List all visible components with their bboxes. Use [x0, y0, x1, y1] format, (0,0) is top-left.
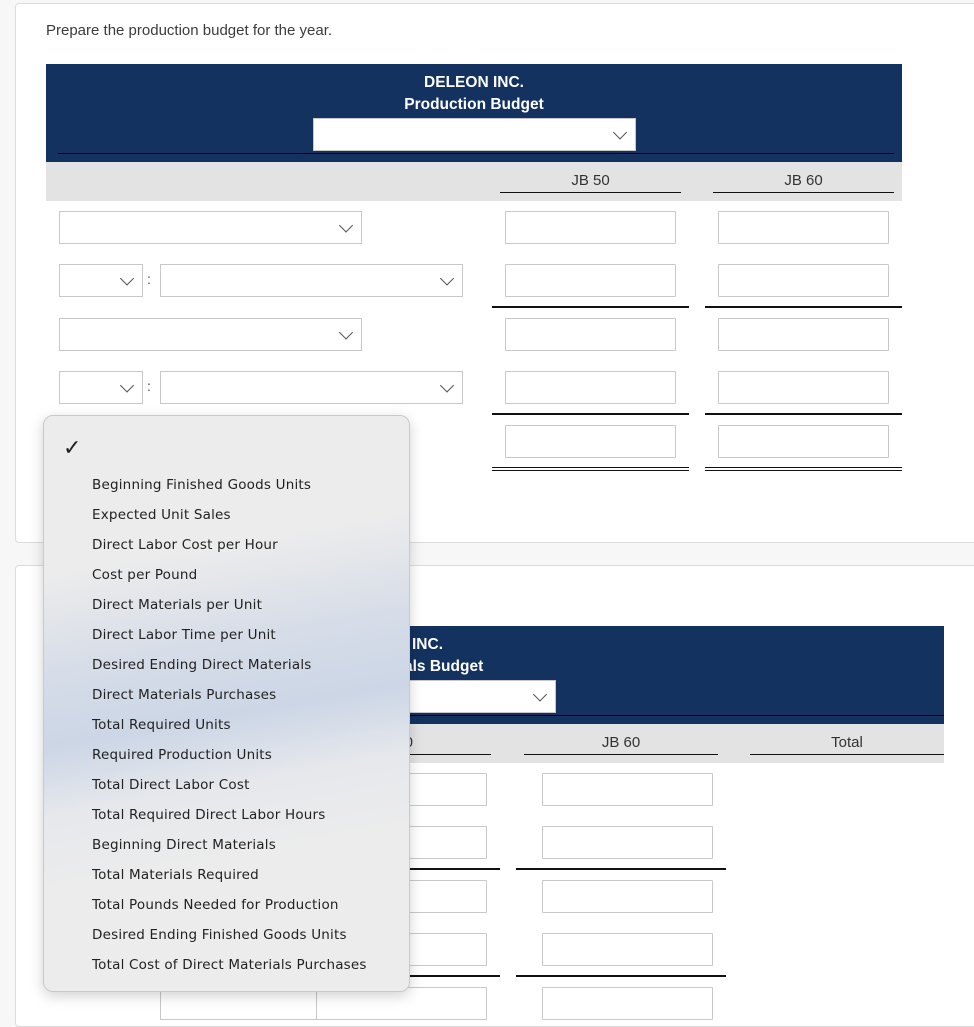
- mat-row-4-jb60-input[interactable]: [542, 933, 713, 966]
- separator-colon: :: [147, 271, 151, 287]
- dropdown-option[interactable]: Cost per Pound: [92, 567, 197, 583]
- chevron-down-icon: [439, 270, 455, 286]
- dropdown-option[interactable]: Total Required Units: [92, 717, 231, 733]
- subtotal-line: [492, 306, 689, 308]
- column-underline: [500, 192, 681, 193]
- budget-title-partial: als Budget: [404, 658, 484, 675]
- subtotal-line: [516, 868, 726, 870]
- subtotal-line: [492, 413, 689, 415]
- subtotal-line: [705, 306, 902, 308]
- column-header-total: Total: [831, 734, 863, 751]
- row-2-label-select[interactable]: [160, 264, 463, 297]
- row-5-jb60-input[interactable]: [718, 425, 889, 458]
- chevron-down-icon: [119, 377, 135, 393]
- budget-title: Production Budget: [404, 96, 544, 113]
- header-divider: [58, 153, 894, 154]
- period-select[interactable]: [313, 118, 636, 151]
- column-underline: [713, 192, 894, 193]
- dropdown-option[interactable]: Total Direct Labor Cost: [92, 777, 250, 793]
- column-header-jb50: JB 50: [571, 172, 610, 189]
- row-1-jb50-input[interactable]: [505, 211, 676, 244]
- dropdown-option[interactable]: Beginning Direct Materials: [92, 837, 276, 853]
- row-2-jb50-input[interactable]: [505, 264, 676, 297]
- dropdown-option[interactable]: Direct Materials per Unit: [92, 597, 262, 613]
- chevron-down-icon: [612, 124, 628, 140]
- total-double-underline: [705, 467, 902, 471]
- row-4-label-select[interactable]: [160, 371, 463, 404]
- mat-row-2-jb60-input[interactable]: [542, 826, 713, 859]
- subtotal-line: [705, 413, 902, 415]
- total-double-underline: [492, 467, 689, 471]
- column-underline: [524, 754, 718, 755]
- row-3-jb50-input[interactable]: [505, 318, 676, 351]
- row-4-prefix-select[interactable]: [59, 371, 143, 404]
- dropdown-option[interactable]: Direct Materials Purchases: [92, 687, 276, 703]
- dropdown-option[interactable]: Beginning Finished Goods Units: [92, 477, 311, 493]
- row-5-jb50-input[interactable]: [505, 425, 676, 458]
- dropdown-option[interactable]: Direct Labor Time per Unit: [92, 627, 276, 643]
- mat-row-3-jb60-input[interactable]: [542, 880, 713, 913]
- row-2-prefix-select[interactable]: [59, 264, 143, 297]
- dropdown-option[interactable]: Desired Ending Direct Materials: [92, 657, 312, 673]
- company-name-partial: INC.: [412, 636, 443, 653]
- row-3-jb60-input[interactable]: [718, 318, 889, 351]
- row-4-jb60-input[interactable]: [718, 371, 889, 404]
- question-prompt: Prepare the production budget for the ye…: [46, 22, 333, 39]
- chevron-down-icon: [119, 270, 135, 286]
- dropdown-option[interactable]: Total Pounds Needed for Production: [92, 897, 339, 913]
- chevron-down-icon: [439, 377, 455, 393]
- label-dropdown-menu[interactable]: ✓ Beginning Finished Goods Units Expected…: [43, 415, 410, 992]
- mat-row-5-jb60-input[interactable]: [542, 987, 713, 1020]
- company-name: DELEON INC.: [424, 74, 524, 91]
- dropdown-option[interactable]: Expected Unit Sales: [92, 507, 231, 523]
- mat-row-1-jb60-input[interactable]: [542, 773, 713, 806]
- row-2-jb60-input[interactable]: [718, 264, 889, 297]
- dropdown-option[interactable]: Desired Ending Finished Goods Units: [92, 927, 347, 943]
- dropdown-option[interactable]: Required Production Units: [92, 747, 272, 763]
- chevron-down-icon: [338, 324, 354, 340]
- column-header-jb60: JB 60: [601, 734, 641, 751]
- subtotal-line: [516, 975, 726, 977]
- row-4-jb50-input[interactable]: [505, 371, 676, 404]
- column-underline: [750, 754, 944, 755]
- dropdown-option[interactable]: Total Materials Required: [92, 867, 259, 883]
- row-1-jb60-input[interactable]: [718, 211, 889, 244]
- chevron-down-icon: [338, 217, 354, 233]
- checkmark-icon: ✓: [63, 436, 82, 461]
- dropdown-option[interactable]: Direct Labor Cost per Hour: [92, 537, 278, 553]
- chevron-down-icon: [532, 686, 548, 702]
- dropdown-option[interactable]: Total Required Direct Labor Hours: [92, 807, 326, 823]
- separator-colon: :: [147, 378, 151, 394]
- row-1-label-select[interactable]: [59, 211, 362, 244]
- row-3-label-select[interactable]: [59, 318, 362, 351]
- dropdown-option[interactable]: Total Cost of Direct Materials Purchases: [92, 957, 367, 973]
- column-header-jb60: JB 60: [784, 172, 823, 189]
